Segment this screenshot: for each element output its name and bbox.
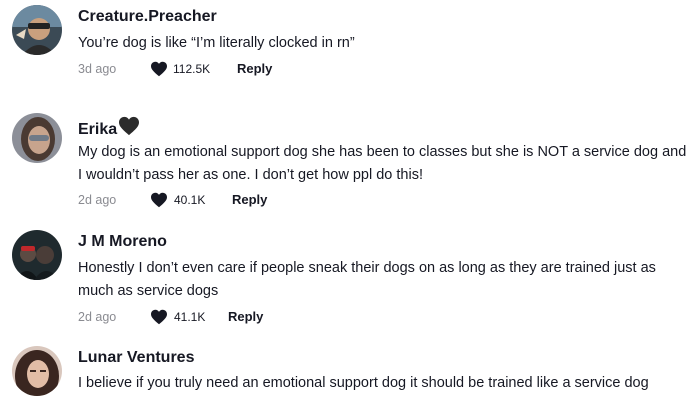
heart-icon[interactable] xyxy=(150,192,168,208)
reply-button[interactable]: Reply xyxy=(237,60,272,78)
avatar[interactable] xyxy=(12,5,62,55)
avatar[interactable] xyxy=(12,230,62,280)
user-avatar-photo-icon xyxy=(12,5,62,55)
heart-icon[interactable] xyxy=(150,61,168,77)
user-avatar-photo-icon xyxy=(12,113,62,163)
comment-item: J M Moreno Honestly I don’t even care if… xyxy=(0,215,700,330)
comment-item: Lunar Ventures I believe if you truly ne… xyxy=(0,330,700,416)
like-count: 40.1K xyxy=(174,193,206,207)
heart-icon[interactable] xyxy=(150,309,168,325)
comment-date: 2d ago xyxy=(78,310,117,324)
like-count: 41.1K xyxy=(174,310,206,324)
black-heart-emoji-icon xyxy=(119,116,140,136)
reply-button[interactable]: Reply xyxy=(232,191,267,209)
comment-text: Honestly I don’t even care if people sne… xyxy=(78,260,656,299)
comment-text: You’re dog is like “I’m literally clocke… xyxy=(78,35,355,51)
comment-text: My dog is an emotional support dog she h… xyxy=(78,144,687,183)
comment-date: 3d ago xyxy=(78,62,117,76)
user-avatar-photo-icon xyxy=(12,346,62,396)
like-count: 112.5K xyxy=(173,62,211,76)
comment-date: 2d ago xyxy=(78,193,117,207)
comment-username[interactable]: Erika xyxy=(78,116,140,140)
comment-item: Erika My dog is an emotional support dog… xyxy=(0,100,700,215)
user-avatar-photo-icon xyxy=(12,230,62,280)
comment-username[interactable]: J M Moreno xyxy=(78,232,167,252)
reply-button[interactable]: Reply xyxy=(228,308,263,326)
comment-username[interactable]: Lunar Ventures xyxy=(78,348,194,368)
avatar[interactable] xyxy=(12,346,62,396)
comment-username-text: Erika xyxy=(78,121,118,138)
comment-item: Creature.Preacher You’re dog is like “I’… xyxy=(0,0,700,100)
comment-text: I believe if you truly need an emotional… xyxy=(78,375,649,391)
comment-username[interactable]: Creature.Preacher xyxy=(78,7,217,27)
avatar[interactable] xyxy=(12,113,62,163)
